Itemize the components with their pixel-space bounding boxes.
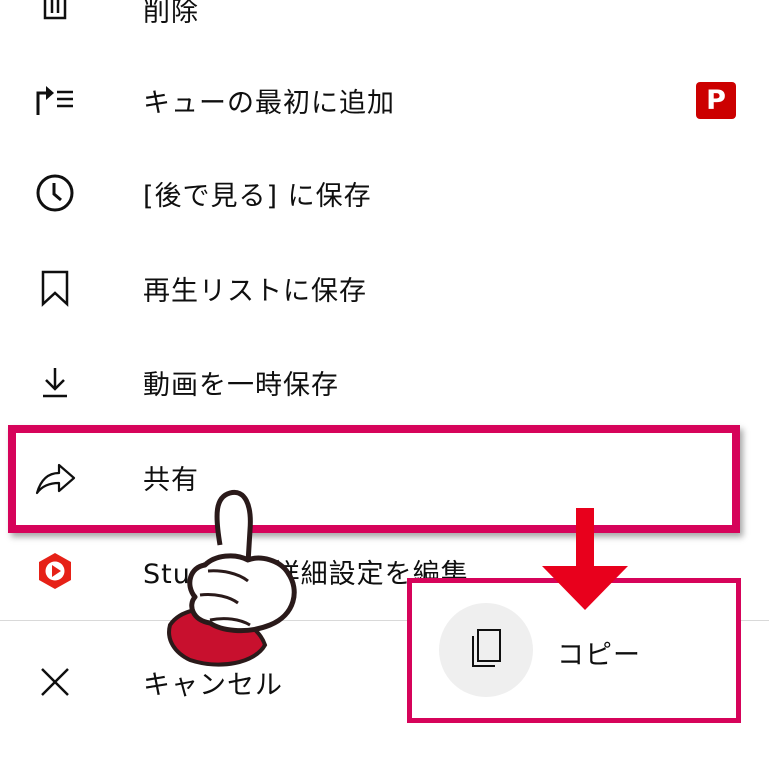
pointing-hand-icon	[167, 489, 297, 667]
menu-item-label: 再生リストに保存	[143, 275, 367, 307]
bookmark-icon	[30, 263, 80, 313]
share-highlight-frame	[8, 425, 740, 533]
copy-label: コピー	[557, 640, 641, 671]
down-arrow-icon	[542, 508, 628, 610]
trash-icon	[30, 0, 80, 34]
copy-icon	[467, 626, 505, 674]
close-icon	[30, 657, 80, 707]
menu-item-label: キューの最初に追加	[143, 87, 395, 119]
menu-item-label: 動画を一時保存	[143, 369, 339, 401]
menu-item-delete[interactable]: 削除	[0, 0, 769, 56]
download-icon	[30, 357, 80, 407]
copy-button[interactable]	[439, 603, 533, 697]
menu-item-save-to-playlist[interactable]: 再生リストに保存	[0, 241, 769, 335]
youtube-studio-icon	[30, 546, 80, 596]
premium-badge: P	[696, 82, 736, 119]
menu-item-label: [後で見る] に保存	[143, 180, 372, 212]
menu-item-download[interactable]: 動画を一時保存	[0, 335, 769, 429]
play-next-queue-icon	[30, 75, 80, 125]
menu-item-add-to-queue[interactable]: キューの最初に追加	[0, 53, 769, 147]
menu-item-watch-later[interactable]: [後で見る] に保存	[0, 146, 769, 240]
menu-item-label: 削除	[143, 0, 199, 28]
clock-icon	[30, 168, 80, 218]
